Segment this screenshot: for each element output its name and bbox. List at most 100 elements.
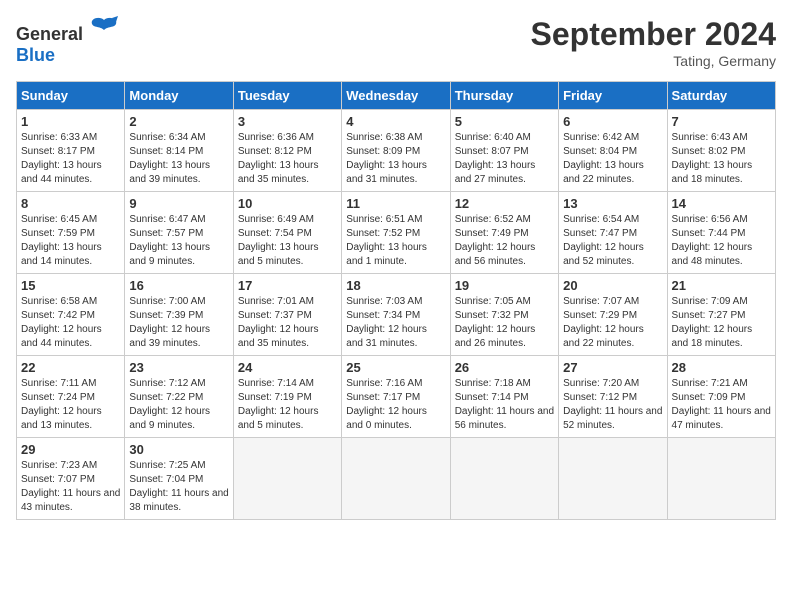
day-cell: 6 Sunrise: 6:42 AMSunset: 8:04 PMDaylight… [559,110,667,192]
day-cell [233,438,341,520]
day-number: 20 [563,278,662,293]
cell-info: Sunrise: 7:00 AMSunset: 7:39 PMDaylight:… [129,295,228,351]
day-number: 13 [563,196,662,211]
day-cell: 13Sunrise: 6:54 AMSunset: 7:47 PMDayligh… [559,192,667,274]
week-row-1: 1 Sunrise: 6:33 AMSunset: 8:17 PMDaylight… [17,110,776,192]
day-cell: 16 Sunrise: 7:00 AMSunset: 7:39 PMDayligh… [125,274,233,356]
logo: General Blue [16,16,118,66]
day-cell: 29 Sunrise: 7:23 AMSunset: 7:07 PMDayligh… [17,438,125,520]
cell-info: Sunrise: 6:43 AMSunset: 8:02 PMDaylight:… [672,131,771,187]
day-number: 4 [346,114,445,129]
day-number: 18 [346,278,445,293]
day-number: 11 [346,196,445,211]
cell-info: Sunrise: 6:56 AMSunset: 7:44 PMDaylight:… [672,213,771,269]
day-cell: 15Sunrise: 6:58 AMSunset: 7:42 PMDayligh… [17,274,125,356]
cell-info: Sunrise: 7:07 AMSunset: 7:29 PMDaylight:… [563,295,662,351]
day-cell: 25 Sunrise: 7:16 AMSunset: 7:17 PMDayligh… [342,356,450,438]
logo-general: General [16,24,83,44]
cell-info: Sunrise: 7:09 AMSunset: 7:27 PMDaylight:… [672,295,771,351]
day-cell: 28 Sunrise: 7:21 AMSunset: 7:09 PMDayligh… [667,356,775,438]
day-cell: 17Sunrise: 7:01 AMSunset: 7:37 PMDayligh… [233,274,341,356]
cell-info: Sunrise: 6:34 AMSunset: 8:14 PMDaylight:… [129,131,228,187]
month-title: September 2024 [531,16,776,53]
day-number: 2 [129,114,228,129]
cell-info: Sunrise: 6:42 AMSunset: 8:04 PMDaylight:… [563,131,662,187]
day-cell: 1 Sunrise: 6:33 AMSunset: 8:17 PMDaylight… [17,110,125,192]
page-header: General Blue September 2024 Tating, Germ… [16,16,776,69]
cell-info: Sunrise: 6:36 AMSunset: 8:12 PMDaylight:… [238,131,337,187]
cell-info: Sunrise: 6:52 AMSunset: 7:49 PMDaylight:… [455,213,554,269]
day-number: 25 [346,360,445,375]
cell-info: Sunrise: 7:23 AMSunset: 7:07 PMDaylight:… [21,459,120,515]
day-number: 24 [238,360,337,375]
cell-info: Sunrise: 6:51 AMSunset: 7:52 PMDaylight:… [346,213,445,269]
cell-info: Sunrise: 6:45 AMSunset: 7:59 PMDaylight:… [21,213,120,269]
day-cell [342,438,450,520]
day-cell: 12 Sunrise: 6:52 AMSunset: 7:49 PMDayligh… [450,192,558,274]
week-row-5: 29 Sunrise: 7:23 AMSunset: 7:07 PMDayligh… [17,438,776,520]
day-cell [667,438,775,520]
cell-info: Sunrise: 7:11 AMSunset: 7:24 PMDaylight:… [21,377,120,433]
day-number: 19 [455,278,554,293]
day-cell: 30Sunrise: 7:25 AMSunset: 7:04 PMDayligh… [125,438,233,520]
day-number: 15 [21,278,120,293]
day-cell: 24 Sunrise: 7:14 AMSunset: 7:19 PMDayligh… [233,356,341,438]
cell-info: Sunrise: 7:21 AMSunset: 7:09 PMDaylight:… [672,377,771,433]
day-cell: 21 Sunrise: 7:09 AMSunset: 7:27 PMDayligh… [667,274,775,356]
header-thursday: Thursday [450,82,558,110]
day-cell [559,438,667,520]
logo-text: General Blue [16,16,118,66]
day-cell: 9 Sunrise: 6:47 AMSunset: 7:57 PMDaylight… [125,192,233,274]
cell-info: Sunrise: 6:33 AMSunset: 8:17 PMDaylight:… [21,131,120,187]
day-cell: 23 Sunrise: 7:12 AMSunset: 7:22 PMDayligh… [125,356,233,438]
day-number: 16 [129,278,228,293]
calendar-header-row: SundayMondayTuesdayWednesdayThursdayFrid… [17,82,776,110]
day-number: 28 [672,360,771,375]
week-row-2: 8 Sunrise: 6:45 AMSunset: 7:59 PMDaylight… [17,192,776,274]
logo-bird-icon [90,16,118,40]
cell-info: Sunrise: 7:12 AMSunset: 7:22 PMDaylight:… [129,377,228,433]
day-cell: 18 Sunrise: 7:03 AMSunset: 7:34 PMDayligh… [342,274,450,356]
day-cell [450,438,558,520]
day-number: 1 [21,114,120,129]
day-cell: 14 Sunrise: 6:56 AMSunset: 7:44 PMDayligh… [667,192,775,274]
day-number: 9 [129,196,228,211]
day-cell: 5Sunrise: 6:40 AMSunset: 8:07 PMDaylight… [450,110,558,192]
day-cell: 26Sunrise: 7:18 AMSunset: 7:14 PMDayligh… [450,356,558,438]
day-number: 12 [455,196,554,211]
location: Tating, Germany [531,53,776,69]
day-number: 22 [21,360,120,375]
day-number: 23 [129,360,228,375]
day-cell: 20 Sunrise: 7:07 AMSunset: 7:29 PMDayligh… [559,274,667,356]
cell-info: Sunrise: 6:38 AMSunset: 8:09 PMDaylight:… [346,131,445,187]
day-cell: 27Sunrise: 7:20 AMSunset: 7:12 PMDayligh… [559,356,667,438]
title-area: September 2024 Tating, Germany [531,16,776,69]
day-cell: 2 Sunrise: 6:34 AMSunset: 8:14 PMDaylight… [125,110,233,192]
header-sunday: Sunday [17,82,125,110]
header-monday: Monday [125,82,233,110]
day-cell: 22 Sunrise: 7:11 AMSunset: 7:24 PMDayligh… [17,356,125,438]
day-number: 21 [672,278,771,293]
day-number: 7 [672,114,771,129]
cell-info: Sunrise: 7:16 AMSunset: 7:17 PMDaylight:… [346,377,445,433]
cell-info: Sunrise: 6:47 AMSunset: 7:57 PMDaylight:… [129,213,228,269]
day-number: 26 [455,360,554,375]
cell-info: Sunrise: 7:14 AMSunset: 7:19 PMDaylight:… [238,377,337,433]
day-number: 8 [21,196,120,211]
day-number: 29 [21,442,120,457]
day-cell: 7 Sunrise: 6:43 AMSunset: 8:02 PMDaylight… [667,110,775,192]
cell-info: Sunrise: 7:03 AMSunset: 7:34 PMDaylight:… [346,295,445,351]
cell-info: Sunrise: 7:20 AMSunset: 7:12 PMDaylight:… [563,377,662,433]
day-number: 10 [238,196,337,211]
day-cell: 11 Sunrise: 6:51 AMSunset: 7:52 PMDayligh… [342,192,450,274]
day-number: 6 [563,114,662,129]
header-tuesday: Tuesday [233,82,341,110]
header-friday: Friday [559,82,667,110]
logo-blue: Blue [16,45,55,65]
cell-info: Sunrise: 7:05 AMSunset: 7:32 PMDaylight:… [455,295,554,351]
day-cell: 10Sunrise: 6:49 AMSunset: 7:54 PMDayligh… [233,192,341,274]
week-row-3: 15Sunrise: 6:58 AMSunset: 7:42 PMDayligh… [17,274,776,356]
day-number: 14 [672,196,771,211]
day-number: 5 [455,114,554,129]
calendar-table: SundayMondayTuesdayWednesdayThursdayFrid… [16,81,776,520]
